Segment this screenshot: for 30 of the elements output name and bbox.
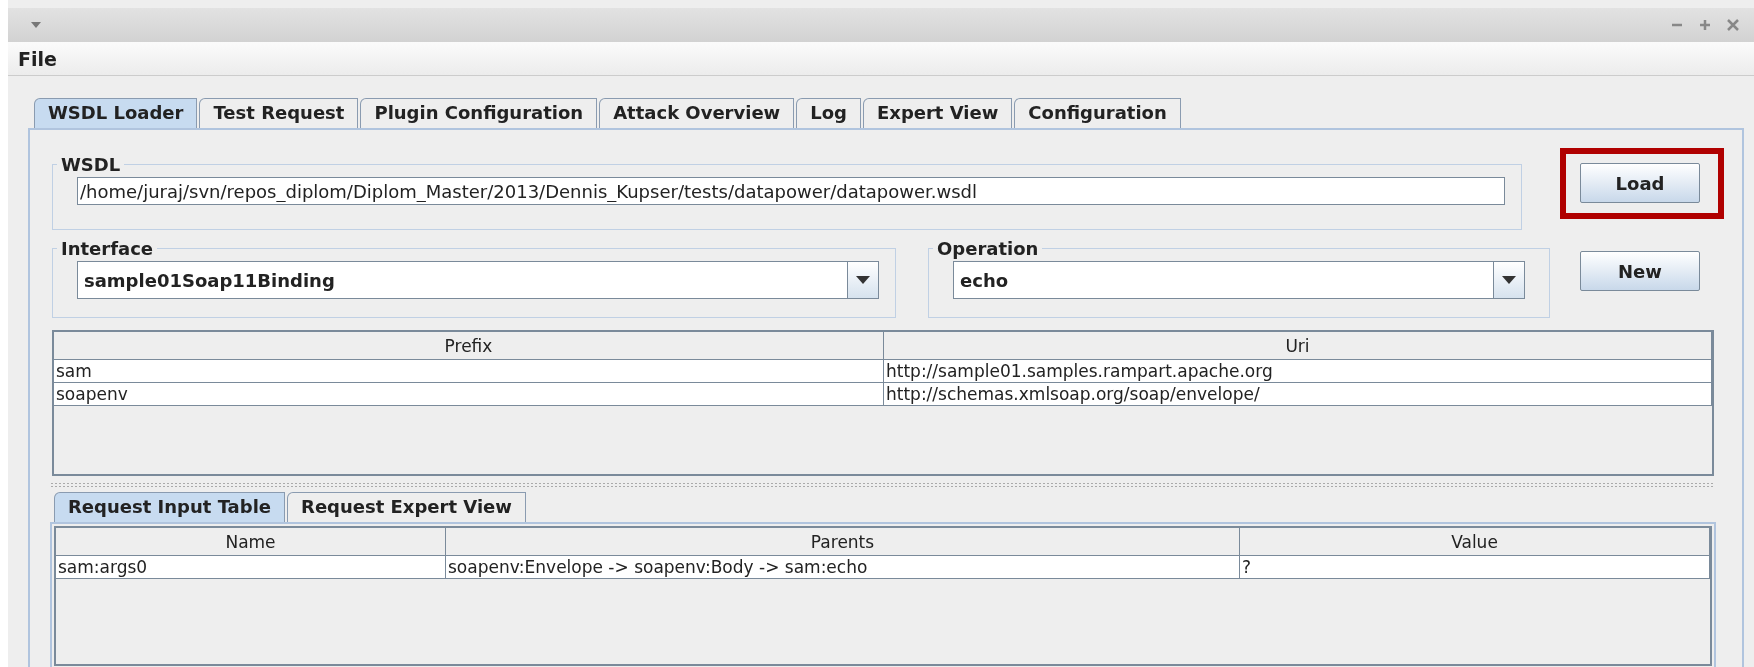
tab[interactable]: Plugin Configuration: [360, 98, 598, 128]
table-cell: sam: [54, 360, 884, 383]
tab[interactable]: Request Input Table: [54, 492, 285, 522]
group-label: WSDL: [60, 154, 122, 175]
interface-dropdown[interactable]: sample01Soap11Binding: [77, 261, 879, 299]
operation-dropdown[interactable]: echo: [953, 261, 1525, 299]
wsdl-path-field[interactable]: /home/juraj/svn/repos_diplom/Diplom_Master/2013/Dennis_Kupser/tests/datapower/datapower.wsdl: [77, 177, 1505, 205]
tab[interactable]: WSDL Loader: [34, 98, 198, 128]
table-cell: http://sample01.samples.rampart.apache.org: [884, 360, 1712, 383]
tab[interactable]: Attack Overview: [599, 98, 795, 128]
tab[interactable]: Configuration: [1014, 98, 1181, 128]
table-cell: soapenv: [54, 383, 884, 406]
tab[interactable]: Expert View: [862, 98, 1013, 128]
tab[interactable]: Test Request: [199, 98, 359, 128]
table-cell: ?: [1240, 556, 1710, 579]
tab[interactable]: Request Expert View: [287, 492, 526, 522]
menu-item[interactable]: File: [18, 47, 57, 70]
tab[interactable]: Log: [796, 98, 861, 128]
table-cell: soapenv:Envelope -> soapenv:Body -> sam:echo: [446, 556, 1240, 579]
group-label: Operation: [936, 238, 1040, 259]
table-cell: http://schemas.xmlsoap.org/soap/envelope/: [884, 383, 1712, 406]
column-header[interactable]: Name: [56, 528, 446, 556]
load-button[interactable]: Load: [1580, 163, 1700, 203]
column-header[interactable]: Value: [1240, 528, 1710, 556]
table-cell: sam:args0: [56, 556, 446, 579]
column-header[interactable]: Parents: [446, 528, 1240, 556]
column-header[interactable]: Prefix: [54, 332, 884, 360]
column-header[interactable]: Uri: [884, 332, 1712, 360]
group-label: Interface: [60, 238, 155, 259]
new-button[interactable]: New: [1580, 251, 1700, 291]
